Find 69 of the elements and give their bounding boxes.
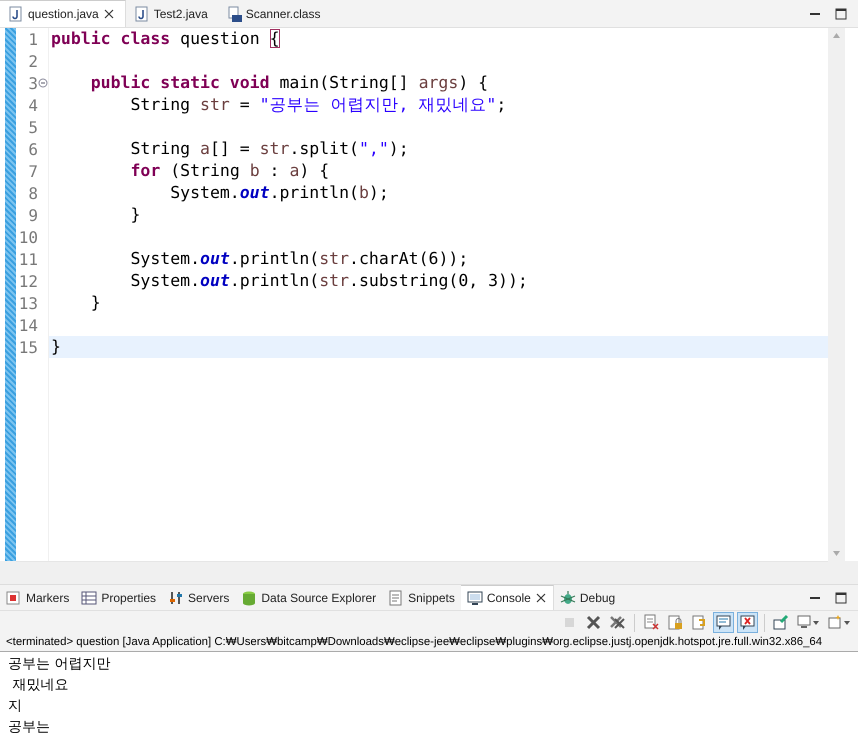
tab[interactable]: Properties — [75, 585, 162, 610]
line-number: 12 — [18, 272, 38, 290]
tab[interactable]: Snippets — [382, 585, 461, 610]
code-line: String str = "공부는 어렵지만, 재밌네요"; — [129, 94, 508, 116]
minimize-icon — [810, 12, 820, 14]
line-number: 9 — [28, 206, 38, 224]
line-number: 7 — [28, 162, 38, 180]
code-line: } — [90, 292, 102, 314]
line-number: 8 — [28, 184, 38, 202]
console-output-line: 지 — [8, 697, 23, 716]
tab[interactable]: Data Source Explorer — [235, 585, 382, 610]
code-line: public static void main(String[] args) { — [90, 72, 490, 94]
toolbar-button[interactable] — [713, 612, 734, 633]
line-number: 5 — [28, 118, 38, 136]
markers-icon — [6, 590, 22, 606]
minimize-icon — [810, 596, 820, 598]
console-output-line: 공부는 어렵지만 — [8, 655, 112, 674]
console-output-line: 재밌네요 — [11, 676, 70, 695]
clear-document-icon — [643, 614, 660, 631]
lock-document-icon — [667, 614, 684, 631]
close-icon — [585, 614, 602, 631]
line-number: 2 — [28, 52, 38, 70]
tab[interactable]: Console — [460, 585, 554, 610]
database-icon — [241, 590, 258, 606]
code-line: for (String b : a) { — [129, 160, 330, 182]
pin-icon — [773, 614, 790, 631]
console-header: <terminated> question [Java Application] C:₩Users₩bitcamp₩Downloads₩eclipse-jee₩eclipse₩plugins₩org.eclipse.justj.openjdk.hotspot.jre.full.win32.x86_64 — [0, 634, 858, 652]
java-file-icon — [8, 6, 24, 22]
line-number: 4 — [28, 96, 38, 114]
code-line: System.out.println(b); — [169, 182, 390, 204]
new-console-dropdown-icon — [828, 614, 852, 631]
toolbar-button[interactable] — [737, 612, 758, 633]
sliders-icon — [168, 590, 184, 606]
error-bubble-icon — [739, 614, 756, 631]
code-line: public class question { — [50, 28, 280, 50]
maximize-icon — [834, 590, 848, 604]
close-icon[interactable] — [102, 8, 115, 20]
code-line: String a[] = str.split(","); — [129, 138, 410, 160]
monitor-icon — [466, 590, 483, 606]
code-line: } — [129, 204, 142, 226]
line-number: 6 — [28, 140, 38, 158]
table-icon — [81, 590, 98, 606]
collapse-icon[interactable] — [38, 78, 48, 88]
line-number: 15 — [18, 338, 38, 356]
maximize-icon — [834, 6, 848, 20]
line-number: 14 — [18, 316, 38, 334]
tab[interactable]: question.java — [0, 0, 126, 27]
bug-icon — [560, 590, 576, 606]
monitor-dropdown-icon — [797, 614, 821, 631]
tab[interactable]: Debug — [554, 585, 622, 610]
speech-bubble-icon — [715, 614, 732, 631]
tab[interactable]: Scanner.class — [218, 0, 330, 27]
line-number: 10 — [18, 228, 38, 246]
tab[interactable]: Servers — [162, 585, 236, 610]
close-icon[interactable] — [534, 592, 547, 604]
java-file-icon — [134, 6, 150, 22]
code-line: System.out.println(str.substring(0, 3)); — [129, 270, 529, 292]
line-number: 13 — [18, 294, 38, 312]
console-output-line: 공부는 — [8, 718, 51, 737]
wrap-document-icon — [691, 614, 708, 631]
line-number: 11 — [18, 250, 38, 268]
line-number: 1 — [28, 30, 38, 48]
document-icon — [388, 590, 404, 606]
tab[interactable]: Markers — [0, 585, 76, 610]
code-line: System.out.println(str.charAt(6)); — [129, 248, 470, 270]
line-number: 3 — [28, 74, 38, 92]
class-file-icon — [226, 6, 242, 22]
tab[interactable]: Test2.java — [126, 0, 218, 27]
double-x-icon — [609, 614, 626, 631]
